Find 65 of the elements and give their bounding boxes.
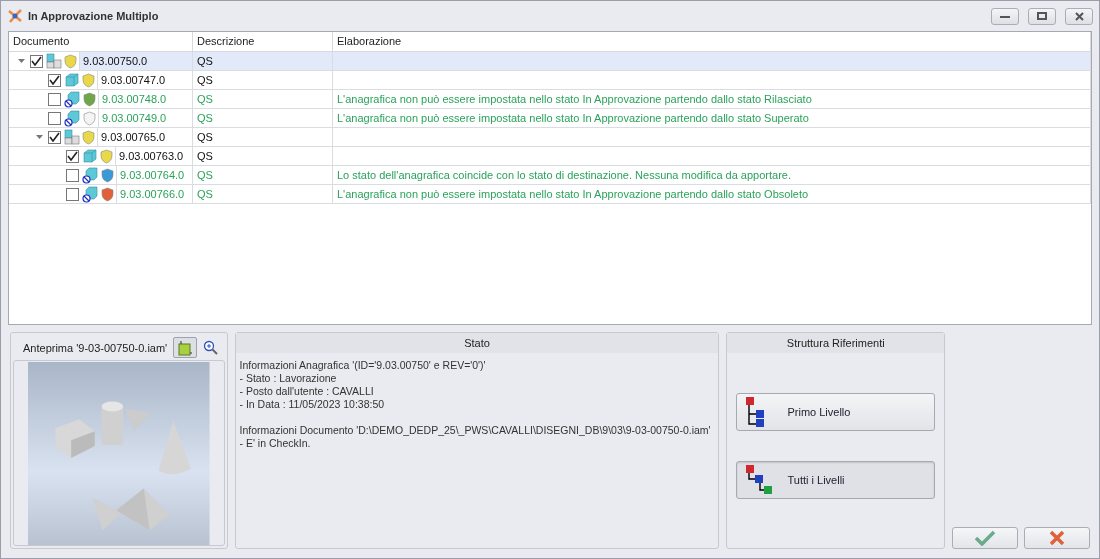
document-code: 9.03.00747.0: [97, 71, 192, 89]
document-code: 9.03.00765.0: [97, 128, 192, 146]
checkmark-icon: [974, 530, 996, 546]
column-header[interactable]: Elaborazione: [333, 32, 1091, 51]
close-icon: [1049, 530, 1065, 546]
close-button[interactable]: [1065, 7, 1093, 25]
description-cell: QS: [193, 90, 333, 108]
description-cell: QS: [193, 147, 333, 165]
document-code: 9.03.00764.0: [116, 166, 192, 184]
description-cell: QS: [193, 109, 333, 127]
zoom-in-icon: [203, 339, 220, 356]
checkbox[interactable]: [66, 187, 79, 201]
maximize-button[interactable]: [1028, 7, 1056, 25]
caret-icon: [17, 58, 25, 64]
minimize-button[interactable]: [991, 7, 1019, 25]
document-code: 9.03.00748.0: [98, 90, 192, 108]
maximize-icon: [1037, 12, 1047, 20]
checkbox[interactable]: [30, 54, 43, 68]
status-line: - Posto dall'utente : CAVALLI: [239, 385, 374, 398]
document-code: 9.03.00763.0: [115, 147, 192, 165]
references-title: Struttura Riferimenti: [727, 333, 944, 353]
preview-title: Anteprima '9-03-00750-0.iam': [23, 341, 168, 354]
checkbox[interactable]: [48, 111, 61, 125]
tree-row[interactable]: 9.03.00747.0 QS: [9, 71, 1091, 90]
document-code: 9.03.00749.0: [98, 109, 192, 127]
column-header[interactable]: Descrizione: [193, 32, 333, 51]
caret-icon: [35, 134, 43, 140]
hierarchy-icon: [745, 464, 774, 496]
description-cell: QS: [193, 185, 333, 203]
expand-toggle[interactable]: [33, 134, 45, 140]
expand-toggle[interactable]: [15, 58, 27, 64]
checkbox[interactable]: [66, 168, 79, 182]
description-cell: QS: [193, 71, 333, 89]
close-icon: [1074, 11, 1084, 21]
status-line: - E' in CheckIn.: [239, 437, 311, 450]
elaboration-text: L'anagrafica non può essere impostata nello stato In Approvazione partendo dallo stato Superato: [337, 112, 809, 124]
status-line: Informazioni Anagrafica '(ID='9.03.00750' e REV='0')': [239, 359, 486, 372]
status-line: - In Data : 11/05/2023 10:38:50: [239, 398, 385, 411]
reference-level-button[interactable]: Tutti i Livelli: [736, 461, 935, 499]
description-cell: QS: [193, 166, 333, 184]
cancel-button[interactable]: [1024, 527, 1090, 549]
document-code: 9.03.00766.0: [116, 185, 192, 203]
elaboration-text: L'anagrafica non può essere impostata nello stato In Approvazione partendo dallo stato Rilasciato: [337, 93, 812, 105]
tree-row[interactable]: 9.03.00763.0 QS: [9, 147, 1091, 166]
elaboration-text: L'anagrafica non può essere impostata nello stato In Approvazione partendo dallo stato Obsoleto: [337, 188, 809, 200]
checkbox[interactable]: [48, 73, 61, 87]
app-logo-icon: [7, 8, 23, 24]
tree-row[interactable]: 9.03.00765.0 QS: [9, 128, 1091, 147]
description-cell: QS: [193, 128, 333, 146]
checkbox[interactable]: [66, 149, 79, 163]
status-title: Stato: [235, 333, 719, 353]
minimize-icon: [1000, 14, 1010, 18]
checkbox[interactable]: [48, 130, 61, 144]
window-title: In Approvazione Multiplo: [28, 10, 160, 22]
checkbox[interactable]: [48, 92, 61, 106]
status-line: - Stato : Lavorazione: [239, 372, 337, 385]
column-header[interactable]: Documento: [9, 32, 193, 51]
document-code: 9.03.00750.0: [79, 52, 192, 70]
reference-level-button[interactable]: Primo Livello: [736, 393, 935, 431]
elaboration-text: Lo stato dell'anagrafica coincide con lo stato di destinazione. Nessuna modifica da apportare.: [337, 169, 791, 181]
description-cell: QS: [193, 52, 333, 70]
zoom-button[interactable]: [203, 339, 220, 356]
status-line: Informazioni Documento 'D:\DEMO_DEDP_25\_PWS\CAVALLI\DISEGNI_DB\9\03\9-03-00750-0.iam': [239, 424, 711, 437]
confirm-button[interactable]: [952, 527, 1018, 549]
fit-view-button[interactable]: [173, 337, 198, 358]
